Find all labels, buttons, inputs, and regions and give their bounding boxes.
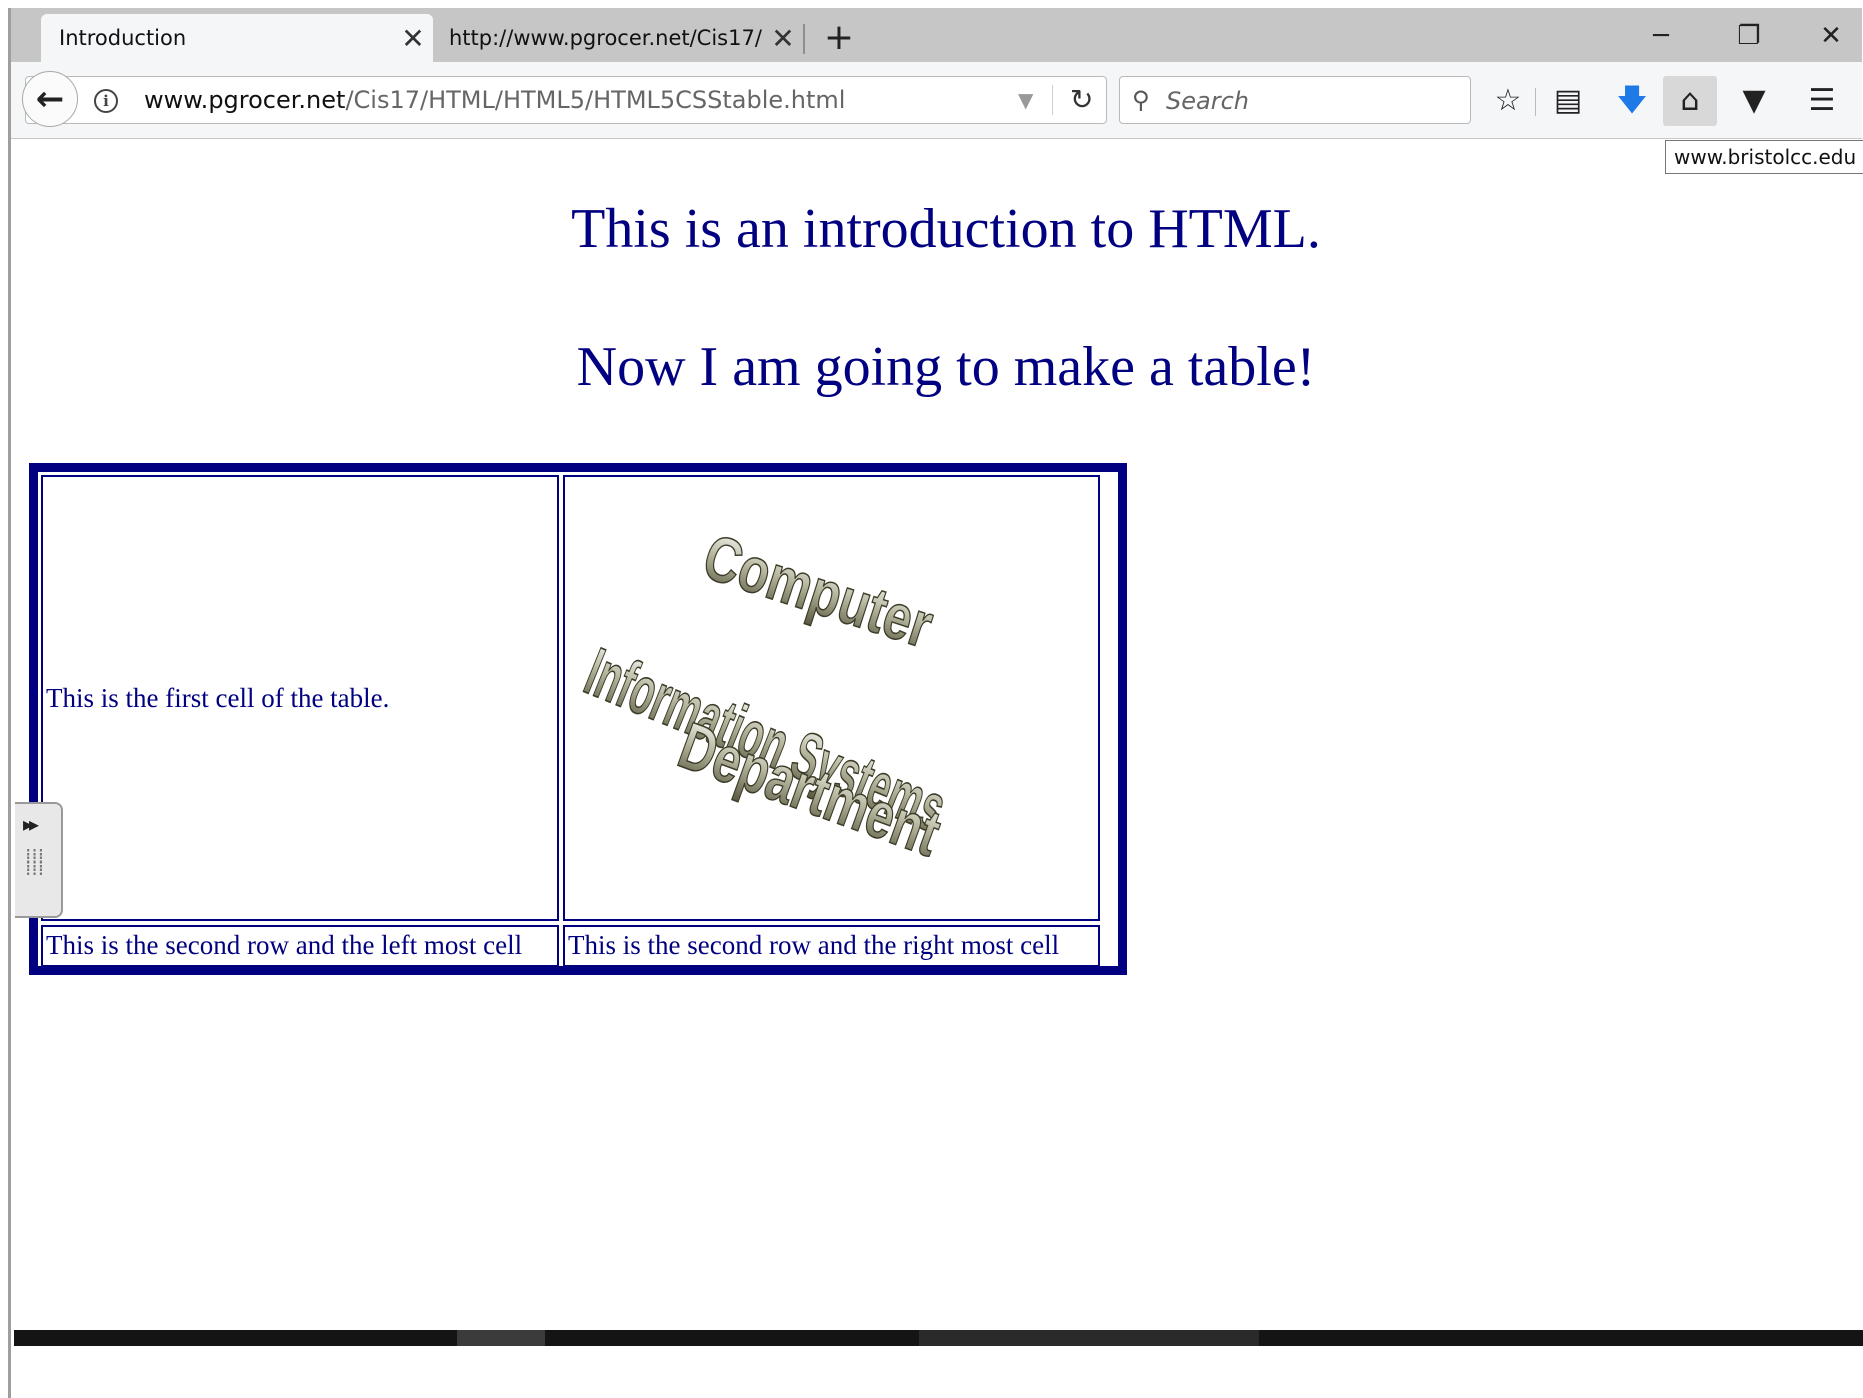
close-icon[interactable]: ✕ bbox=[393, 22, 433, 55]
cis-department-logo: Computer Information Systems Department bbox=[575, 521, 957, 872]
close-icon[interactable]: ✕ bbox=[763, 22, 803, 55]
back-button[interactable]: ← bbox=[22, 71, 78, 127]
url-bar[interactable]: ← i www.pgrocer.net/Cis17/HTML/HTML5/HTM… bbox=[22, 71, 1107, 127]
tab-separator bbox=[803, 24, 805, 54]
side-panel-handle[interactable]: ▸▸ ⁞⁞⁞ ⁞⁞⁞ bbox=[15, 802, 63, 918]
search-bar[interactable]: ⚲ bbox=[1119, 76, 1471, 124]
expand-arrows-icon: ▸▸ bbox=[23, 812, 39, 836]
intro-heading: This is an introduction to HTML. bbox=[571, 198, 1321, 260]
tab-label: http://www.pgrocer.net/Cis17/HTML/HTML5/… bbox=[449, 26, 763, 50]
browser-window: Introduction ✕ http://www.pgrocer.net/Ci… bbox=[8, 8, 1863, 1398]
pocket-icon[interactable]: ▼ bbox=[1727, 76, 1781, 126]
close-window-button[interactable]: ✕ bbox=[1799, 14, 1863, 58]
info-icon[interactable]: i bbox=[94, 89, 118, 113]
dropdown-arrow-icon[interactable]: ▼ bbox=[1018, 77, 1033, 123]
tab-strip: Introduction ✕ http://www.pgrocer.net/Ci… bbox=[11, 8, 1862, 62]
table-cell-r2-right: This is the second row and the right mos… bbox=[563, 925, 1100, 967]
menu-icon[interactable]: ☰ bbox=[1795, 76, 1849, 126]
logo-line-1: Computer bbox=[695, 521, 941, 662]
page-content: This is an introduction to HTML. Now I a… bbox=[11, 139, 1862, 1329]
taskbar-strip bbox=[14, 1330, 1863, 1346]
content-table: This is the first cell of the table. Com… bbox=[29, 463, 1127, 975]
url-text[interactable]: www.pgrocer.net/Cis17/HTML/HTML5/HTML5CS… bbox=[144, 77, 845, 123]
reading-list-icon[interactable]: ▤ bbox=[1541, 76, 1595, 126]
grip-icon: ⁞⁞⁞ ⁞⁞⁞ bbox=[25, 844, 45, 880]
search-icon: ⚲ bbox=[1132, 86, 1150, 114]
cell-text: This is the first cell of the table. bbox=[46, 682, 390, 713]
new-tab-button[interactable]: + bbox=[817, 18, 861, 58]
table-cell-r1-left: This is the first cell of the table. bbox=[41, 475, 559, 921]
reload-icon[interactable]: ↻ bbox=[1070, 77, 1093, 123]
taskbar-segment bbox=[457, 1330, 545, 1346]
table-heading: Now I am going to make a table! bbox=[576, 336, 1316, 398]
tab-label: Introduction bbox=[59, 26, 187, 50]
url-path: /Cis17/HTML/HTML5/HTML5CSStable.html bbox=[345, 86, 846, 114]
bookmark-star-icon[interactable]: ☆ bbox=[1481, 76, 1535, 126]
tab-introduction[interactable]: Introduction ✕ bbox=[41, 14, 433, 62]
restore-button[interactable]: ❐ bbox=[1717, 14, 1781, 58]
taskbar-segment bbox=[919, 1330, 1259, 1346]
url-divider bbox=[1052, 85, 1053, 115]
tab-pgrocer[interactable]: http://www.pgrocer.net/Cis17/HTML/HTML5/… bbox=[431, 14, 803, 62]
url-host: www.pgrocer.net bbox=[144, 86, 346, 114]
table-cell-r2-left: This is the second row and the left most… bbox=[41, 925, 559, 967]
nav-bar: ← i www.pgrocer.net/Cis17/HTML/HTML5/HTM… bbox=[11, 62, 1862, 139]
table-cell-r1-right: Computer Information Systems Department bbox=[563, 475, 1100, 921]
toolbar-separator bbox=[1535, 88, 1536, 116]
minimize-button[interactable]: ─ bbox=[1629, 14, 1693, 58]
download-icon[interactable]: 🡇 bbox=[1605, 76, 1659, 126]
home-icon[interactable]: ⌂ bbox=[1663, 76, 1717, 126]
search-input[interactable] bbox=[1164, 81, 1458, 121]
